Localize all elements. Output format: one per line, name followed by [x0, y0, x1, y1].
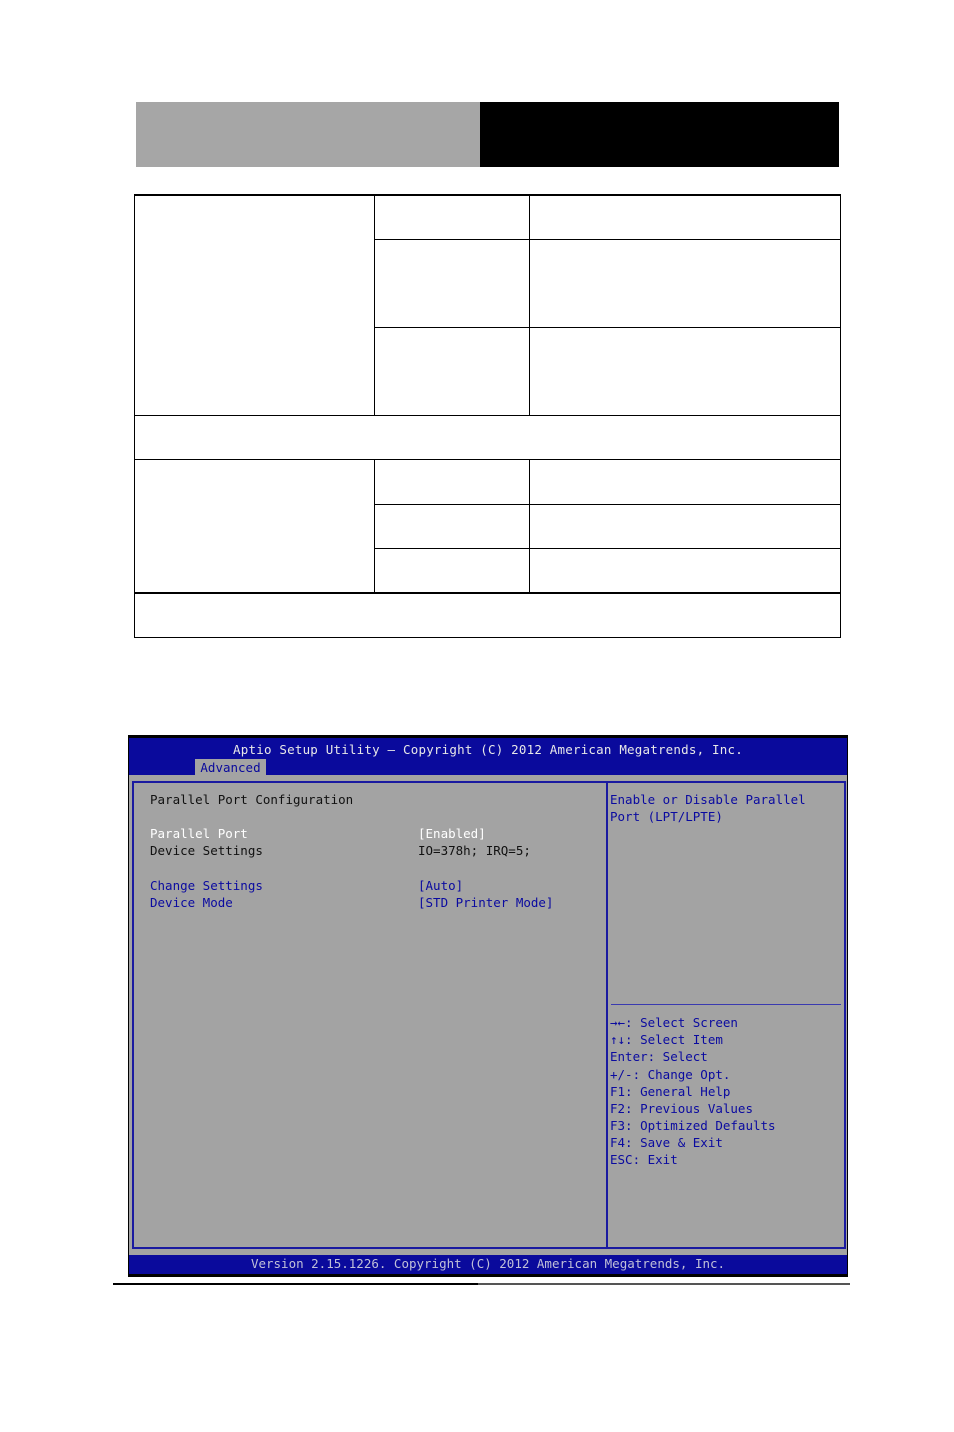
table-border-top [134, 194, 841, 196]
table-row-divider [134, 592, 841, 594]
main-settings-panel: Parallel Port Configuration Parallel Por… [132, 781, 608, 1249]
help-divider [611, 1004, 841, 1005]
tab-advanced[interactable]: Advanced [195, 759, 266, 775]
key-help-esc: ESC: Exit [610, 1152, 678, 1167]
bios-screen: Aptio Setup Utility – Copyright (C) 2012… [128, 735, 848, 1277]
device-settings-label: Device Settings [150, 843, 263, 858]
table-border-bottom [134, 637, 841, 638]
key-help-f3: F3: Optimized Defaults [610, 1118, 776, 1133]
help-panel: Enable or Disable Parallel Port (LPT/LPT… [606, 781, 846, 1249]
change-settings-label[interactable]: Change Settings [150, 878, 263, 894]
header-grey-block [136, 102, 480, 167]
table-row-divider [374, 327, 841, 328]
device-settings-value: IO=378h; IRQ=5; [418, 843, 531, 858]
table-row-divider [374, 548, 841, 549]
bios-footer-text: Version 2.15.1226. Copyright (C) 2012 Am… [250, 1256, 726, 1271]
table-row-divider [134, 415, 841, 416]
table-border-left [134, 194, 135, 638]
key-help-f1: F1: General Help [610, 1084, 731, 1099]
key-help-enter: Enter: Select [610, 1049, 708, 1064]
settings-table [134, 194, 841, 638]
help-text-line: Port (LPT/LPTE) [610, 809, 723, 824]
table-row-divider [134, 459, 841, 460]
header-black-block [480, 102, 839, 167]
table-border-right [840, 194, 841, 638]
key-help-select-screen: →←: Select Screen [610, 1015, 738, 1030]
bios-footer-bar: Version 2.15.1226. Copyright (C) 2012 Am… [129, 1255, 847, 1274]
table-col-divider [374, 459, 375, 593]
help-text-line: Enable or Disable Parallel [610, 792, 806, 807]
table-col-divider [529, 194, 530, 415]
section-title: Parallel Port Configuration [150, 792, 354, 807]
table-col-divider [529, 459, 530, 593]
table-col-divider [374, 194, 375, 415]
device-mode-value[interactable]: [STD Printer Mode] [418, 895, 553, 911]
key-help-f4: F4: Save & Exit [610, 1135, 723, 1150]
change-settings-value[interactable]: [Auto] [418, 878, 463, 894]
page-footer-rule [478, 1283, 850, 1285]
device-mode-label[interactable]: Device Mode [150, 895, 233, 911]
parallel-port-label[interactable]: Parallel Port [150, 826, 248, 842]
page-footer-rule [113, 1283, 478, 1285]
key-help-f2: F2: Previous Values [610, 1101, 753, 1116]
parallel-port-value[interactable]: [Enabled] [418, 826, 486, 842]
bios-title-bar: Aptio Setup Utility – Copyright (C) 2012… [129, 738, 847, 775]
table-row-divider [374, 504, 841, 505]
table-row-divider [374, 239, 841, 240]
key-help-select-item: ↑↓: Select Item [610, 1032, 723, 1047]
bios-title: Aptio Setup Utility – Copyright (C) 2012… [233, 742, 743, 757]
bios-body: Parallel Port Configuration Parallel Por… [129, 775, 847, 1255]
key-help-change-opt: +/-: Change Opt. [610, 1067, 731, 1082]
